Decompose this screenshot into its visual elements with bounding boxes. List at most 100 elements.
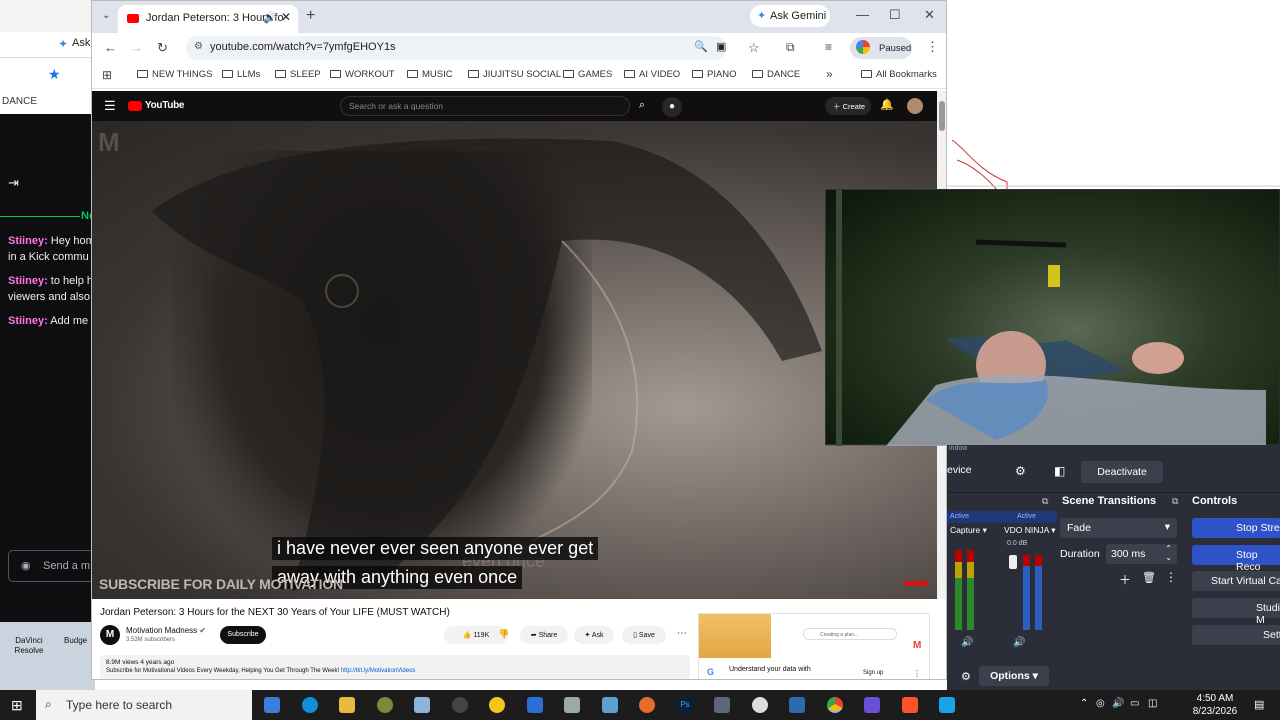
profile-paused-button[interactable]: Paused xyxy=(850,37,912,59)
stop-recording-button[interactable]: Stop Reco xyxy=(1192,545,1280,573)
firefox-icon[interactable] xyxy=(639,697,655,713)
cast-icon[interactable]: ▣ xyxy=(716,40,726,53)
avatar[interactable] xyxy=(907,98,923,114)
network-icon[interactable]: ▭ xyxy=(1130,698,1139,709)
chrome-menu-icon[interactable]: ⋮ xyxy=(926,39,939,55)
audio-playing-icon[interactable]: 🔊 xyxy=(263,11,277,24)
bookmark-llms[interactable]: LLMs xyxy=(222,69,260,80)
chat-bookmark-dance[interactable]: DANCE xyxy=(0,92,95,114)
dock-popout-icon[interactable]: ⧉ xyxy=(1172,496,1178,507)
ad-signup-button[interactable]: Sign up xyxy=(863,670,883,676)
microphone-icon[interactable]: ● xyxy=(662,97,682,117)
chat-window-tab[interactable]: ✦ Ask xyxy=(0,32,95,58)
create-button[interactable]: ＋ Create xyxy=(825,97,871,115)
youtube-logo-icon[interactable] xyxy=(128,101,142,111)
app-icon[interactable] xyxy=(414,697,430,713)
app-icon[interactable] xyxy=(939,697,955,713)
chrome-icon[interactable] xyxy=(827,697,843,713)
bookmark-star-icon[interactable]: ★ xyxy=(48,66,61,83)
back-icon[interactable]: ← xyxy=(104,40,117,55)
tab-youtube[interactable]: Jordan Peterson: 3 Hours fo 🔊 ✕ xyxy=(118,5,298,33)
bookmark-sleep[interactable]: SLEEP xyxy=(275,69,321,80)
deactivate-button[interactable]: Deactivate xyxy=(1081,461,1163,483)
davinci-icon[interactable] xyxy=(714,697,730,713)
bookmark-workout[interactable]: WORKOUT xyxy=(330,69,395,80)
all-bookmarks[interactable]: All Bookmarks xyxy=(861,69,937,80)
maximize-icon[interactable]: ☐ xyxy=(889,7,901,23)
gear-icon[interactable]: ⚙ xyxy=(961,670,971,683)
channel-name[interactable]: Motivation Madness ✔ xyxy=(126,626,206,635)
volume-slider[interactable] xyxy=(1009,555,1017,569)
settings-button[interactable]: Settin xyxy=(1192,625,1280,645)
ask-button[interactable]: ✦ Ask xyxy=(574,626,614,644)
sponsored-ad[interactable]: Creating a plan... M G Understand your d… xyxy=(698,613,930,679)
minimize-icon[interactable]: — xyxy=(856,7,869,22)
bookmark-dance[interactable]: DANCE xyxy=(752,69,800,80)
studio-mode-button[interactable]: Studio M xyxy=(1192,598,1280,626)
windows-start-icon[interactable]: ⊞ xyxy=(11,697,23,714)
notifications-icon[interactable]: ▤ xyxy=(1254,698,1264,711)
chat-emote-icon[interactable]: ◉ xyxy=(21,559,31,572)
tray-icon[interactable]: ◫ xyxy=(1148,698,1157,709)
site-info-icon[interactable]: ⚙ xyxy=(194,41,203,52)
app-icon[interactable] xyxy=(752,697,768,713)
app-icon[interactable] xyxy=(564,697,580,713)
chat-send-input[interactable]: ◉ Send a m xyxy=(8,550,98,582)
search-icon[interactable]: ⌕ xyxy=(630,96,654,116)
notifications-bell-icon[interactable]: 🔔 xyxy=(880,98,894,111)
app-icon[interactable] xyxy=(864,697,880,713)
bookmark-star-icon[interactable]: ☆ xyxy=(748,40,760,56)
app-icon[interactable] xyxy=(789,697,805,713)
tray-icon[interactable]: ◎ xyxy=(1096,698,1105,709)
collapse-chat-icon[interactable]: ⇥ xyxy=(8,175,19,191)
scrollbar-thumb[interactable] xyxy=(939,101,945,131)
extensions-icon[interactable]: ⧉ xyxy=(786,40,795,55)
app-icon[interactable] xyxy=(377,697,393,713)
remove-transition-icon[interactable]: 🗑 xyxy=(1142,571,1156,584)
ad-menu-icon[interactable]: ⋮ xyxy=(913,669,921,678)
media-controls-icon[interactable]: ≡ xyxy=(825,40,832,54)
transition-menu-icon[interactable]: ⋮ xyxy=(1165,570,1177,584)
hamburger-menu-icon[interactable]: ☰ xyxy=(104,98,116,114)
share-button[interactable]: ➦ Share xyxy=(520,626,568,644)
apps-grid-icon[interactable]: ⊞ xyxy=(102,68,112,82)
channel-avatar[interactable]: M xyxy=(100,625,120,645)
transition-select[interactable]: Fade ▾ xyxy=(1060,518,1177,538)
obs-icon[interactable] xyxy=(452,697,468,713)
bookmark-games[interactable]: GAMES xyxy=(563,69,612,80)
dislike-icon[interactable]: 👎 xyxy=(498,629,509,640)
tab-search-icon[interactable]: ⌄ xyxy=(102,10,110,21)
clock[interactable]: 4:50 AM 8/23/2026 xyxy=(1190,692,1240,718)
volume-icon[interactable]: 🔊 xyxy=(1112,698,1124,709)
bookmark-jiujitsu-social[interactable]: JIUJITSU SOCIAL xyxy=(468,69,561,80)
taskbar-search[interactable]: ⌕ Type here to search xyxy=(36,690,252,720)
bulb-icon[interactable] xyxy=(489,697,505,713)
zoom-icon[interactable]: 🔍 xyxy=(694,40,708,53)
tab-close-icon[interactable]: ✕ xyxy=(281,10,291,24)
file-explorer-icon[interactable] xyxy=(339,697,355,713)
brave-icon[interactable] xyxy=(902,697,918,713)
add-transition-icon[interactable]: ＋ xyxy=(1119,571,1131,588)
window-close-icon[interactable]: ✕ xyxy=(924,7,935,23)
task-view-icon[interactable] xyxy=(264,697,280,713)
youtube-logo-text[interactable]: YouTube xyxy=(145,100,185,111)
duration-input[interactable]: 300 ms ⌃ ⌄ xyxy=(1106,544,1177,564)
bookmark-music[interactable]: MUSIC xyxy=(407,69,453,80)
subscribe-button[interactable]: Subscribe xyxy=(220,626,266,644)
address-bar[interactable]: ⚙ youtube.com/watch?v=7ymfgEHOY1s 🔍 ▣ xyxy=(186,36,726,60)
bookmark-ai-video[interactable]: AI VIDEO xyxy=(624,69,680,80)
new-tab-icon[interactable]: + xyxy=(306,7,315,25)
filters-icon[interactable]: ◧ xyxy=(1054,464,1065,478)
bookmark-new-things[interactable]: NEW THINGS xyxy=(137,69,213,80)
mute-icon[interactable]: 🔊 xyxy=(961,637,973,648)
desktop-icon-davinci[interactable]: DaVinci Resolve xyxy=(12,636,46,656)
options-button[interactable]: Options ▾ xyxy=(979,666,1049,686)
gear-icon[interactable]: ⚙ xyxy=(1015,464,1026,478)
more-actions-icon[interactable]: ⋯ xyxy=(677,628,687,639)
stop-streaming-button[interactable]: Stop Stre xyxy=(1192,518,1280,538)
description-box[interactable]: 8.9M views 4 years ago Subscribe for Mot… xyxy=(100,655,690,679)
youtube-search-input[interactable]: Search or ask a question xyxy=(340,96,630,116)
edge-icon[interactable] xyxy=(302,697,318,713)
docs-icon[interactable] xyxy=(527,697,543,713)
dock-popout-icon[interactable]: ⧉ xyxy=(1042,496,1048,507)
